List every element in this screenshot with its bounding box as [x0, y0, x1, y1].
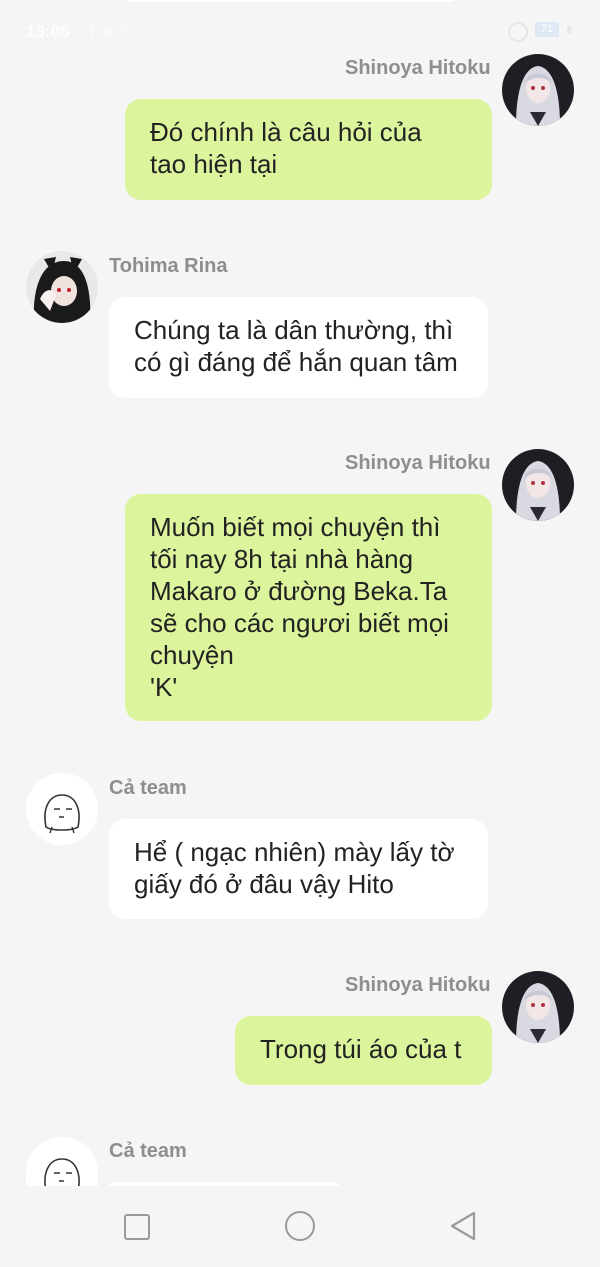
message-bubble[interactable]: Đó chính là câu hỏi của tao hiện tại	[125, 99, 492, 200]
battery-tip-icon	[567, 26, 571, 34]
message-text: giấy đó ở đâu vậy Hito	[134, 869, 394, 899]
cartoon-blob-avatar-icon[interactable]	[26, 773, 98, 845]
message-bubble[interactable]: Muốn biết mọi chuyện thì tối nay 8h tại …	[125, 494, 492, 721]
sender-name: Shinoya Hitoku	[345, 57, 491, 79]
battery-icon: 71	[535, 22, 559, 37]
sender-name: Shinoya Hitoku	[345, 452, 491, 474]
message-text: Đó chính là câu hỏi của	[150, 117, 422, 147]
sender-name: Cả team	[109, 1140, 187, 1162]
sender-name: Shinoya Hitoku	[345, 974, 491, 996]
message-bubble[interactable]: Trong túi áo của t	[235, 1016, 492, 1085]
message-text: chuyện	[150, 640, 234, 670]
message-text: Muốn biết mọi chuyện thì	[150, 512, 441, 542]
message-text: tao hiện tại	[150, 149, 278, 179]
alarm-clock-icon	[508, 22, 528, 42]
user-avatar-icon[interactable]	[26, 251, 98, 323]
message-text: có gì đáng để hắn quan tâm	[134, 347, 458, 377]
message-text: sẽ cho các ngươi biết mọi	[150, 608, 449, 638]
user-avatar-icon[interactable]	[502, 971, 574, 1043]
triangle-back-icon[interactable]	[448, 1210, 478, 1247]
message-text: Trong túi áo của t	[260, 1034, 462, 1064]
message-text: Chúng ta là dân thường, thì	[134, 315, 454, 345]
status-time: 13:08	[26, 22, 70, 41]
status-bar: 13:08 .ıl .ıl ⌔ 71	[0, 0, 600, 62]
user-avatar-icon[interactable]	[502, 54, 574, 126]
square-icon[interactable]	[124, 1214, 150, 1240]
message-text: Hể ( ngạc nhiên) mày lấy tờ	[134, 837, 455, 867]
message-text: tối nay 8h tại nhà hàng	[150, 544, 414, 574]
message-text: Makaro ở đường Beka.Ta	[150, 576, 448, 606]
circle-icon[interactable]	[285, 1211, 315, 1241]
cartoon-blob-avatar-icon[interactable]	[26, 1137, 98, 1186]
message-bubble[interactable]: Hể ( ngạc nhiên) mày lấy tờ giấy đó ở đâ…	[109, 819, 488, 919]
message-bubble[interactable]: Chúng ta là dân thường, thì có gì đáng đ…	[109, 297, 488, 398]
message-text: 'K'	[150, 672, 178, 702]
user-avatar-icon[interactable]	[502, 449, 574, 521]
sender-name: Tohima Rina	[109, 255, 228, 277]
sender-name: Cả team	[109, 777, 187, 799]
signal-icon: .ıl .ıl ⌔	[80, 23, 132, 39]
